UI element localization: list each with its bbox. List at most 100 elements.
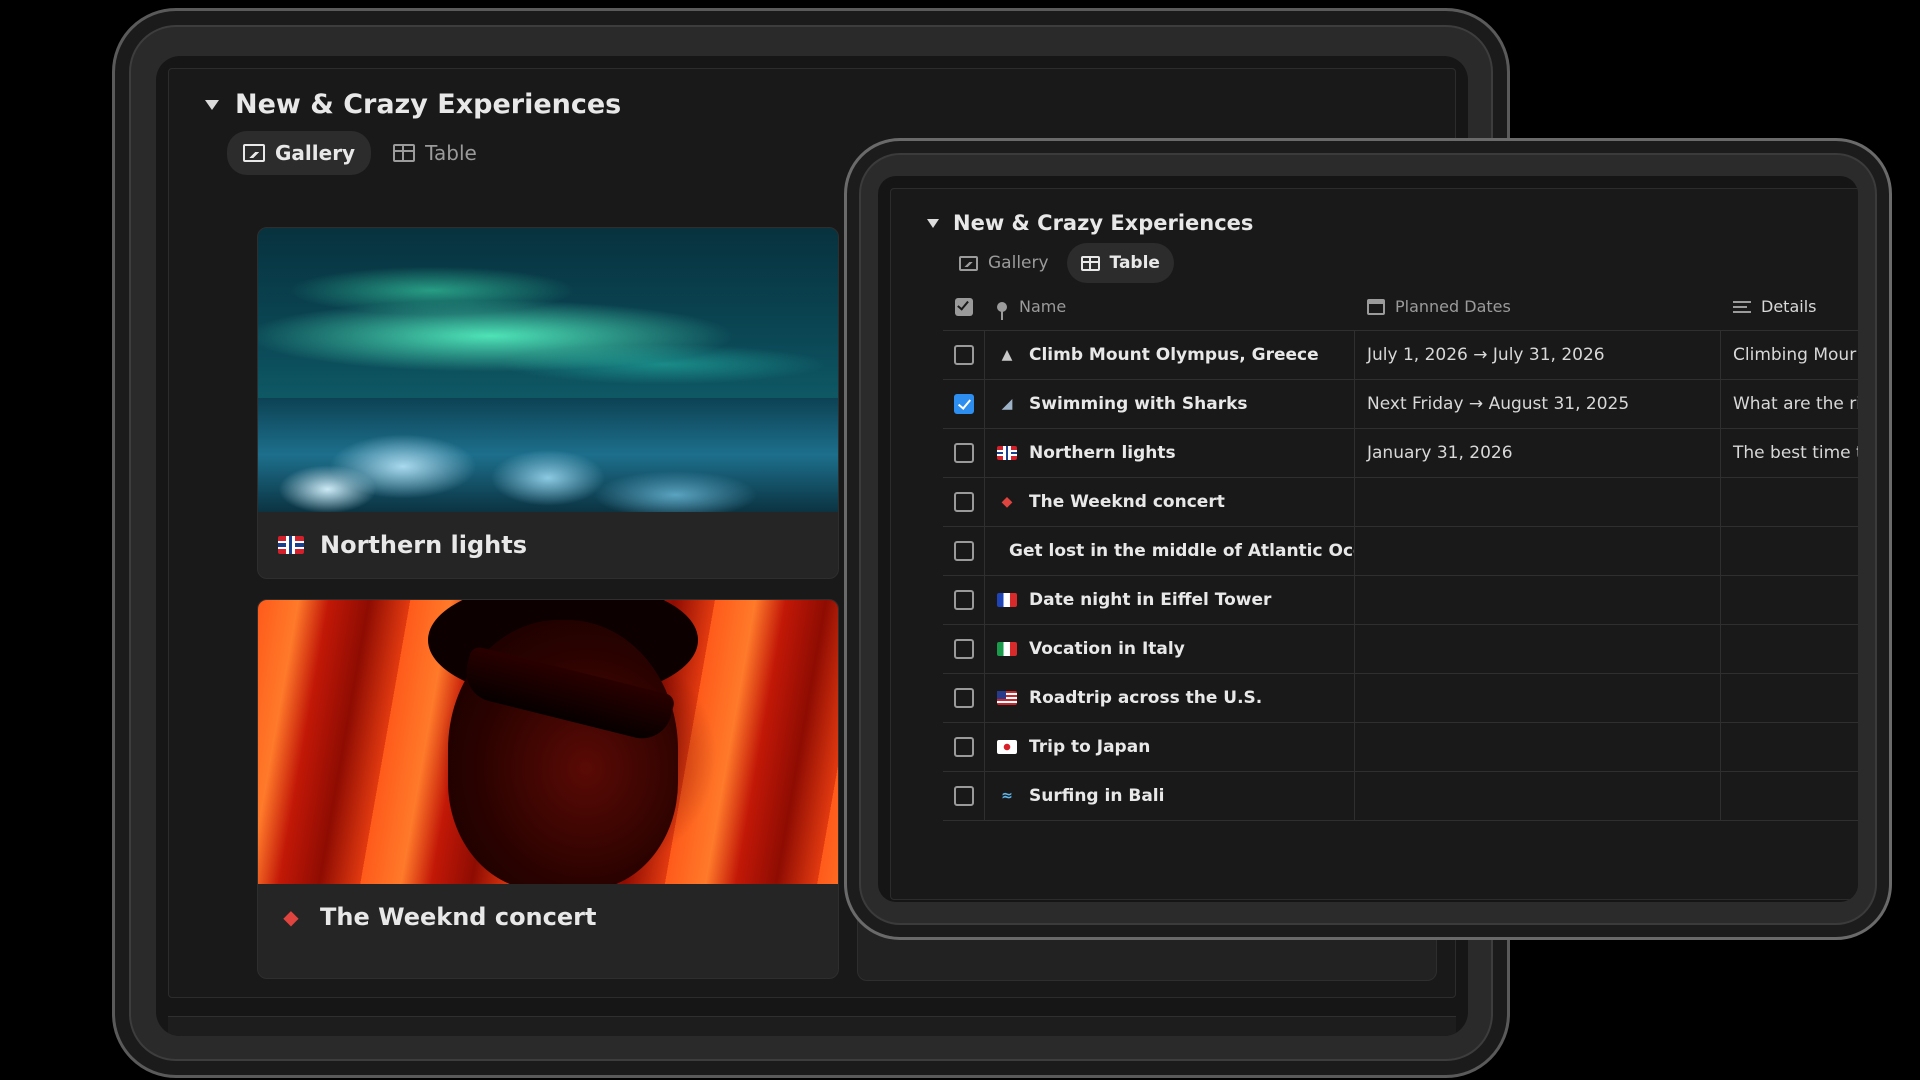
name-cell[interactable]: Vocation in Italy <box>985 625 1355 673</box>
row-name: Surfing in Bali <box>1029 786 1165 806</box>
checkbox-cell <box>943 380 985 428</box>
checkbox-cell <box>943 331 985 379</box>
ticket-icon: ◆ <box>1001 494 1013 510</box>
name-cell[interactable]: ◆ The Weeknd concert <box>985 478 1355 526</box>
column-header-name[interactable]: Name <box>985 283 1355 330</box>
row-checkbox[interactable] <box>953 492 974 512</box>
details-cell[interactable]: What are the ri <box>1721 380 1858 428</box>
section-header[interactable]: New & Crazy Experiences <box>927 211 1253 235</box>
mountain-icon: ▲ <box>1001 347 1013 363</box>
dates-cell[interactable] <box>1355 772 1721 820</box>
italy-flag-icon <box>997 642 1017 656</box>
select-all-cell[interactable] <box>943 283 985 330</box>
card-title: The Weeknd concert <box>320 903 597 931</box>
row-name: Vocation in Italy <box>1029 639 1185 659</box>
details-cell[interactable]: The best time t <box>1721 429 1858 477</box>
table-row[interactable]: ◆ The Weeknd concert <box>943 478 1858 527</box>
row-checkbox[interactable] <box>953 443 974 463</box>
details-cell[interactable] <box>1721 527 1858 575</box>
name-cell[interactable]: Get lost in the middle of Atlantic Ocean <box>985 527 1355 575</box>
tab-table-label: Table <box>425 141 477 165</box>
row-checkbox[interactable] <box>953 590 974 610</box>
details-cell[interactable] <box>1721 674 1858 722</box>
column-header-label: Details <box>1761 297 1817 316</box>
row-dates: Next Friday → August 31, 2025 <box>1367 394 1630 414</box>
row-name: Roadtrip across the U.S. <box>1029 688 1263 708</box>
ticket-icon: ◆ <box>283 905 299 929</box>
tab-table-label: Table <box>1109 253 1160 273</box>
column-header-dates[interactable]: Planned Dates <box>1355 283 1721 330</box>
row-name: Trip to Japan <box>1029 737 1151 757</box>
tab-gallery[interactable]: Gallery <box>227 131 372 175</box>
dates-cell[interactable]: January 31, 2026 <box>1355 429 1721 477</box>
row-dates: July 1, 2026 → July 31, 2026 <box>1367 345 1605 365</box>
image-icon <box>959 255 978 271</box>
row-checkbox[interactable] <box>953 786 974 806</box>
name-cell[interactable]: Roadtrip across the U.S. <box>985 674 1355 722</box>
tab-gallery[interactable]: Gallery <box>949 243 1059 283</box>
details-cell[interactable] <box>1721 772 1858 820</box>
gallery-card[interactable]: ◆ The Weeknd concert <box>257 599 839 979</box>
table-row[interactable]: Trip to Japan <box>943 723 1858 772</box>
row-checkbox[interactable] <box>953 541 974 561</box>
table-row[interactable]: ≈ Surfing in Bali <box>943 772 1858 821</box>
table-icon <box>1080 255 1100 271</box>
row-checkbox[interactable] <box>953 639 974 659</box>
details-cell[interactable]: Climbing Mour <box>1721 331 1858 379</box>
name-cell[interactable]: Date night in Eiffel Tower <box>985 576 1355 624</box>
checkbox-header-icon[interactable] <box>955 297 973 316</box>
dates-cell[interactable] <box>1355 576 1721 624</box>
table-row[interactable]: ▲ Climb Mount Olympus, Greece July 1, 202… <box>943 331 1858 380</box>
table-row[interactable]: Get lost in the middle of Atlantic Ocean <box>943 527 1858 576</box>
details-cell[interactable] <box>1721 625 1858 673</box>
dates-cell[interactable]: Next Friday → August 31, 2025 <box>1355 380 1721 428</box>
table-row[interactable]: Northern lights January 31, 2026 The bes… <box>943 429 1858 478</box>
row-name: Northern lights <box>1029 443 1176 463</box>
gallery-card[interactable]: Northern lights <box>257 227 839 579</box>
table-row[interactable]: Roadtrip across the U.S. <box>943 674 1858 723</box>
details-cell[interactable] <box>1721 478 1858 526</box>
pin-icon <box>997 301 1007 320</box>
section-header[interactable]: New & Crazy Experiences <box>205 89 621 120</box>
row-checkbox[interactable] <box>953 737 974 757</box>
card-title-row: ◆ The Weeknd concert <box>258 884 838 950</box>
row-name: Climb Mount Olympus, Greece <box>1029 345 1319 365</box>
details-cell[interactable] <box>1721 576 1858 624</box>
icebergs-shape <box>258 398 838 512</box>
surfer-icon: ≈ <box>1001 788 1013 804</box>
text-lines-icon <box>1733 300 1751 313</box>
dates-cell[interactable] <box>1355 625 1721 673</box>
name-cell[interactable]: ▲ Climb Mount Olympus, Greece <box>985 331 1355 379</box>
image-icon <box>243 144 265 162</box>
collapse-caret-icon[interactable] <box>927 218 939 228</box>
tab-table[interactable]: Table <box>381 131 489 175</box>
tab-table[interactable]: Table <box>1066 243 1174 283</box>
dates-cell[interactable] <box>1355 674 1721 722</box>
experiences-table: Name Planned Dates Details ▲ Climb Mount … <box>943 283 1858 821</box>
row-checkbox[interactable] <box>953 345 974 365</box>
table-row[interactable]: Date night in Eiffel Tower <box>943 576 1858 625</box>
name-cell[interactable]: Northern lights <box>985 429 1355 477</box>
collapse-caret-icon[interactable] <box>205 99 219 110</box>
row-name: Get lost in the middle of Atlantic Ocean <box>1009 541 1355 561</box>
row-checkbox[interactable] <box>953 688 974 708</box>
row-dates: January 31, 2026 <box>1367 443 1513 463</box>
details-cell[interactable] <box>1721 723 1858 771</box>
name-cell[interactable]: ◢ Swimming with Sharks <box>985 380 1355 428</box>
column-header-details[interactable]: Details <box>1721 283 1858 330</box>
table-row[interactable]: Vocation in Italy <box>943 625 1858 674</box>
table-row[interactable]: ◢ Swimming with Sharks Next Friday → Augu… <box>943 380 1858 429</box>
row-name: The Weeknd concert <box>1029 492 1225 512</box>
france-flag-icon <box>997 593 1017 607</box>
row-checkbox[interactable] <box>953 394 974 414</box>
norway-flag-icon <box>997 446 1017 460</box>
name-cell[interactable]: ≈ Surfing in Bali <box>985 772 1355 820</box>
row-details: The best time t <box>1733 443 1858 463</box>
dates-cell[interactable] <box>1355 723 1721 771</box>
dates-cell[interactable] <box>1355 527 1721 575</box>
checkbox-cell <box>943 478 985 526</box>
name-cell[interactable]: Trip to Japan <box>985 723 1355 771</box>
dates-cell[interactable] <box>1355 478 1721 526</box>
row-name: Date night in Eiffel Tower <box>1029 590 1272 610</box>
dates-cell[interactable]: July 1, 2026 → July 31, 2026 <box>1355 331 1721 379</box>
